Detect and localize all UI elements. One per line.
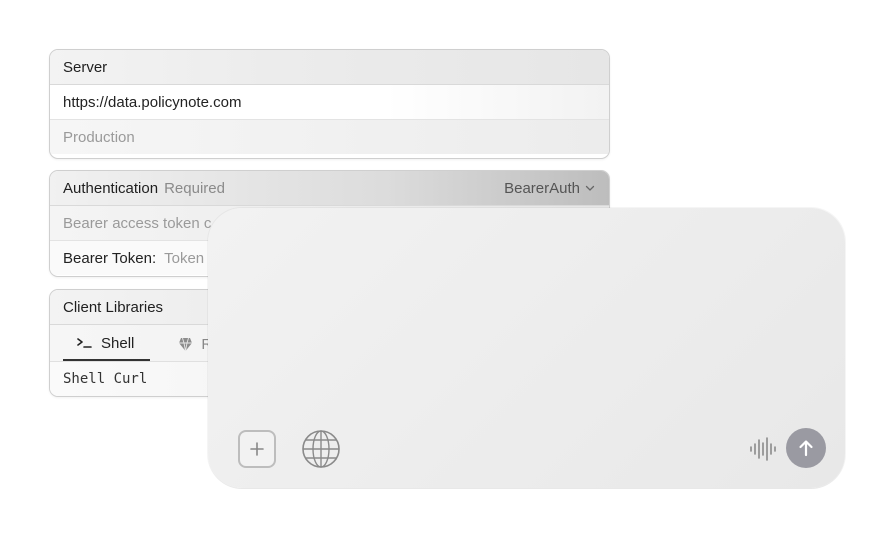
message-input[interactable]: [236, 232, 820, 416]
send-button[interactable]: [786, 428, 826, 468]
tab-shell-label: Shell: [101, 334, 135, 352]
bearer-token-input[interactable]: Token: [164, 250, 204, 267]
tab-shell[interactable]: Shell: [63, 327, 151, 361]
server-card: Server https://data.policynote.com Produ…: [49, 49, 610, 159]
authentication-title-group: Authentication Required: [63, 180, 225, 197]
waveform-icon: [750, 437, 776, 461]
arrow-up-icon: [799, 440, 813, 457]
required-label: Required: [164, 179, 225, 197]
ruby-icon: [179, 337, 193, 351]
server-card-title: Server: [50, 50, 609, 85]
chat-composer: [208, 208, 845, 488]
plus-icon: [250, 442, 264, 456]
globe-icon: [302, 430, 340, 468]
authentication-header: Authentication Required BearerAuth: [50, 171, 609, 206]
server-environment[interactable]: Production: [50, 120, 609, 154]
auth-scheme-label: BearerAuth: [504, 179, 580, 197]
add-attachment-button[interactable]: [238, 430, 276, 468]
terminal-icon: [77, 338, 92, 348]
bearer-token-label: Bearer Token:: [63, 249, 157, 267]
server-url[interactable]: https://data.policynote.com: [50, 85, 609, 120]
voice-input-button[interactable]: [749, 435, 777, 463]
auth-scheme-dropdown[interactable]: BearerAuth: [504, 180, 596, 197]
web-search-button[interactable]: [301, 429, 341, 469]
chevron-down-icon: [585, 185, 595, 191]
authentication-title: Authentication: [63, 179, 159, 197]
